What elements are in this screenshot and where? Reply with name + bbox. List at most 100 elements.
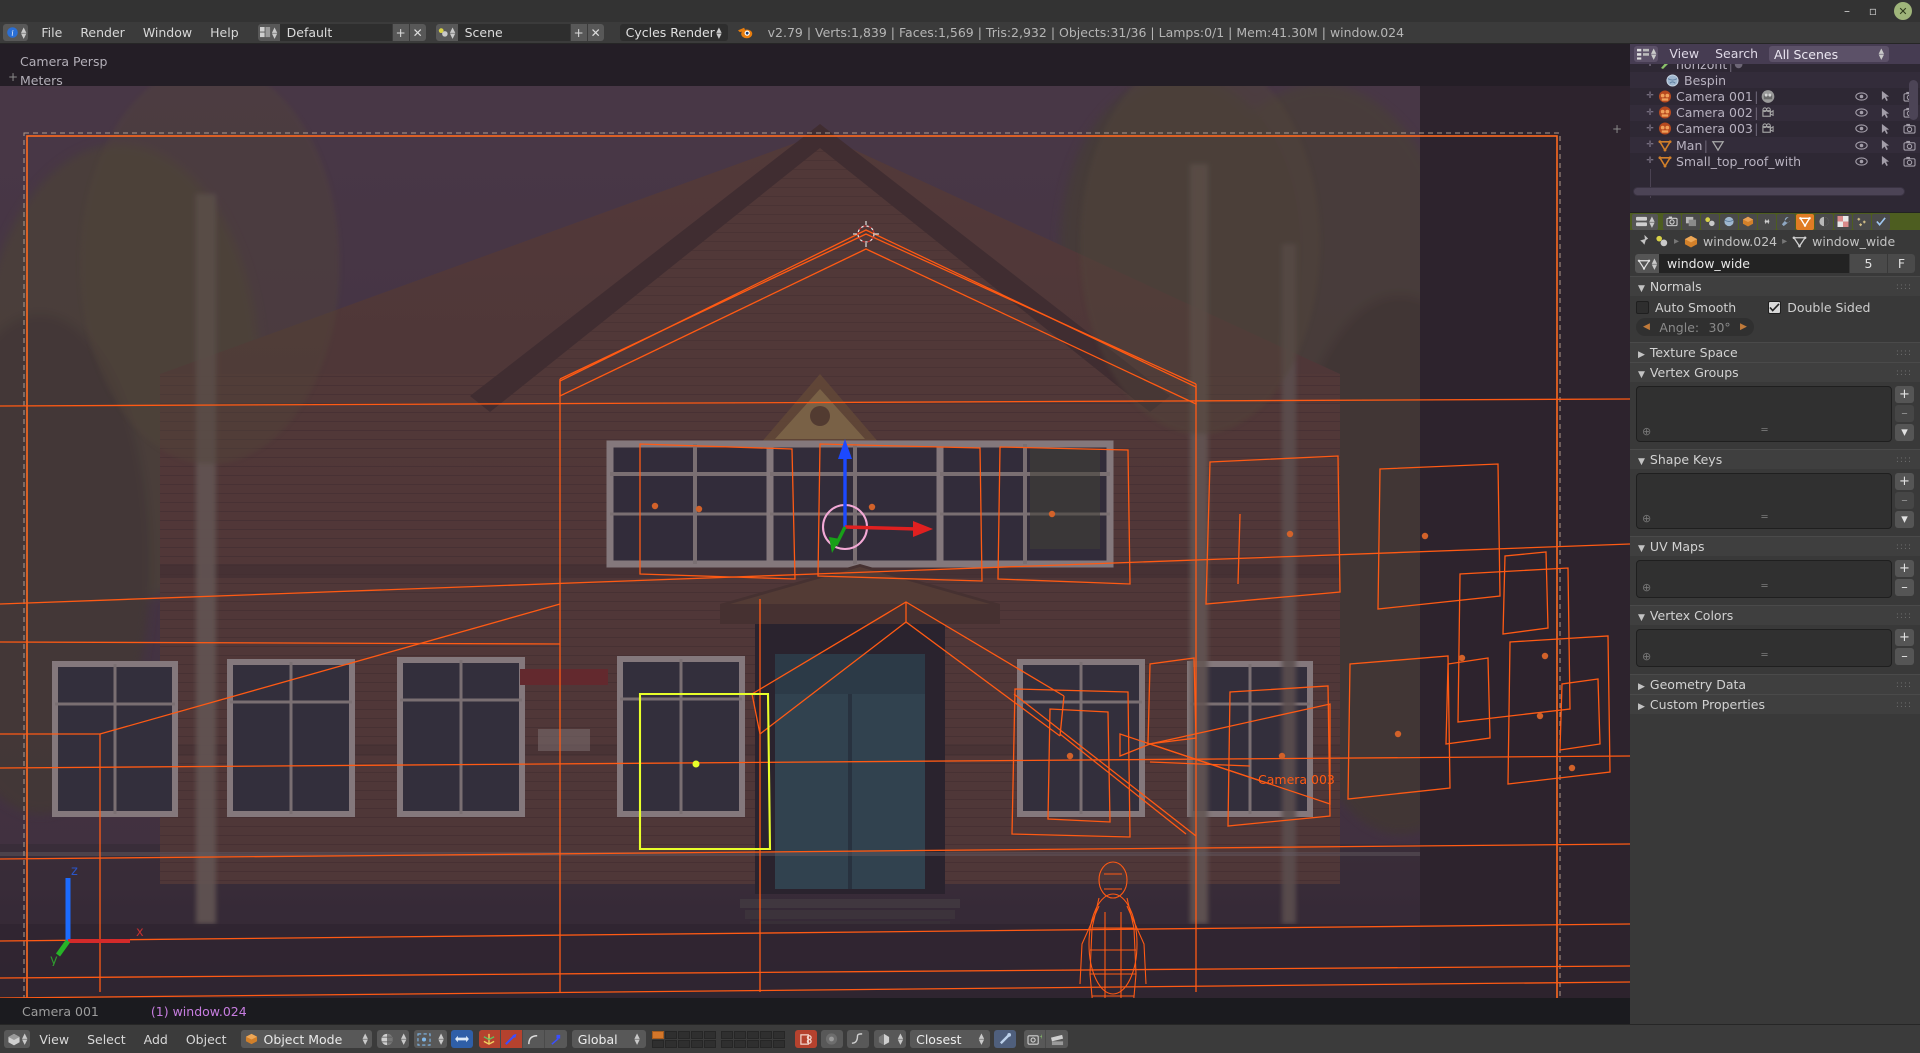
vertex-colors-list[interactable]: ⊕ ═ <box>1636 629 1892 667</box>
rotate-manipulator-arc-icon[interactable] <box>522 1030 545 1048</box>
viewport-3d[interactable]: Camera Persp Meters + + Camera 003 z x y… <box>0 44 1630 1024</box>
restrict-select-cursor-icon[interactable] <box>1879 123 1892 135</box>
add-vertex-color-button[interactable]: + <box>1895 629 1914 646</box>
fake-user-toggle[interactable]: F <box>1887 254 1915 273</box>
layer-cell[interactable] <box>746 1030 759 1039</box>
transform-orientation-selector[interactable]: Global ▲ ▼ <box>571 1030 646 1048</box>
panel-drag-grip[interactable]: :::: <box>1896 680 1912 690</box>
layer-cell[interactable] <box>772 1039 785 1048</box>
panel-header-geometry-data[interactable]: ▶ Geometry Data :::: <box>1630 674 1920 694</box>
outliner-tree[interactable]: ✛ horizont | ● Bespin ✛ Camera 001 | ✛ C… <box>1630 64 1920 198</box>
manipulator-toggle-button[interactable] <box>450 1030 473 1048</box>
delete-screen-layout-button[interactable]: ✕ <box>408 24 426 41</box>
layer-cell[interactable] <box>703 1039 716 1048</box>
remove-uv-map-button[interactable]: – <box>1895 579 1914 596</box>
snap-element-selector[interactable]: ▲ ▼ <box>873 1030 907 1048</box>
outliner-row-camera-002[interactable]: ✛ Camera 002 | <box>1630 104 1920 121</box>
layer-cell[interactable] <box>733 1039 746 1048</box>
uv-maps-list[interactable]: ⊕ ═ <box>1636 560 1892 598</box>
restrict-select-cursor-icon[interactable] <box>1879 139 1892 151</box>
scene-name[interactable]: Scene <box>458 24 570 41</box>
panel-header-vertex-groups[interactable]: ▼ Vertex Groups :::: <box>1630 362 1920 382</box>
layer-cell[interactable] <box>720 1039 733 1048</box>
panel-header-uv-maps[interactable]: ▼ UV Maps :::: <box>1630 536 1920 556</box>
layer-cell[interactable] <box>746 1039 759 1048</box>
interaction-mode-selector[interactable]: Object Mode ▲ ▼ <box>240 1030 372 1048</box>
editor-type-selector-view3d[interactable]: ▲ ▼ <box>4 1030 31 1048</box>
panel-header-shape-keys[interactable]: ▼ Shape Keys :::: <box>1630 449 1920 469</box>
double-sided-checkbox[interactable] <box>1768 301 1782 314</box>
properties-tab-object-data[interactable] <box>1796 213 1814 230</box>
chevron-right-icon[interactable]: ▶ <box>1740 322 1747 332</box>
properties-tab-constraints[interactable] <box>1758 213 1776 230</box>
list-resize-grip[interactable]: ═ <box>1637 512 1891 523</box>
mesh-users-count[interactable]: 5 <box>1849 254 1887 273</box>
panel-drag-grip[interactable]: :::: <box>1896 700 1912 710</box>
screen-layout-datablock[interactable]: ▲ ▼ Default + ✕ <box>257 24 426 41</box>
toolshelf-expand-handle[interactable]: + <box>8 70 18 84</box>
properties-tab-modifiers[interactable] <box>1777 213 1795 230</box>
layers-group-right[interactable] <box>720 1030 785 1048</box>
outliner-restrict-toggles[interactable] <box>1855 153 1916 169</box>
properties-tab-render[interactable] <box>1663 213 1681 230</box>
render-engine-selector[interactable]: Cycles Render ▲ ▼ <box>619 24 728 41</box>
vertex-colors-buttons[interactable]: + – <box>1895 629 1914 665</box>
panel-drag-grip[interactable]: :::: <box>1896 611 1912 621</box>
layers-group-left[interactable] <box>651 1030 716 1048</box>
expand-toggle-icon[interactable]: ✛ <box>1644 140 1656 150</box>
mesh-name-input[interactable]: window_wide <box>1659 256 1849 271</box>
panel-drag-grip[interactable]: :::: <box>1896 282 1912 292</box>
outliner-menu-view[interactable]: View <box>1661 44 1707 64</box>
render-animation-icon[interactable] <box>1046 1030 1068 1048</box>
pivot-point-selector[interactable]: ▲ ▼ <box>414 1030 447 1048</box>
add-screen-layout-button[interactable]: + <box>391 24 409 41</box>
restrict-view-eye-icon[interactable] <box>1855 140 1868 150</box>
outliner-row-horizont[interactable]: ✛ horizont | ● <box>1630 64 1920 73</box>
vertex-group-specials-menu[interactable]: ▾ <box>1895 424 1914 441</box>
breadcrumb-object-name[interactable]: window.024 <box>1703 234 1777 249</box>
vertex-groups-list[interactable]: ⊕ ═ <box>1636 386 1892 442</box>
layer-cell[interactable] <box>703 1030 716 1039</box>
layer-cell[interactable] <box>651 1030 664 1039</box>
outliner-row-man[interactable]: ✛ Man | <box>1630 136 1920 154</box>
outliner-row-bespin[interactable]: Bespin <box>1630 72 1920 89</box>
layers-row-top[interactable] <box>651 1030 716 1039</box>
panel-drag-grip[interactable]: :::: <box>1896 348 1912 358</box>
properties-tab-world[interactable] <box>1720 213 1738 230</box>
add-uv-map-button[interactable]: + <box>1895 560 1914 577</box>
list-resize-grip[interactable]: ═ <box>1637 650 1891 661</box>
outliner-restrict-toggles[interactable] <box>1855 121 1916 137</box>
view3d-menu-select[interactable]: Select <box>78 1025 135 1053</box>
outliner-editor[interactable]: ▲ ▼ View Search All Scenes ▲ ▼ ✛ horizon… <box>1630 44 1920 212</box>
snap-target-selector[interactable]: Closest ▲ ▼ <box>910 1030 991 1048</box>
properties-editor[interactable]: ▲ ▼ ▸ window.024 ▸ window_wide ▲ ▼ windo… <box>1630 212 1920 1024</box>
properties-tab-object[interactable] <box>1739 213 1757 230</box>
auto-smooth-angle-slider[interactable]: ◀ Angle: 30° ▶ <box>1636 318 1754 336</box>
breadcrumb-data-name[interactable]: window_wide <box>1812 234 1895 249</box>
add-shape-key-button[interactable]: + <box>1895 473 1914 490</box>
manipulator-mode-group[interactable] <box>478 1030 567 1048</box>
outliner-menu-search[interactable]: Search <box>1707 44 1766 64</box>
view3d-menu-add[interactable]: Add <box>135 1025 177 1053</box>
view3d-menu-object[interactable]: Object <box>177 1025 236 1053</box>
layer-cell[interactable] <box>664 1030 677 1039</box>
layer-cell[interactable] <box>651 1039 664 1048</box>
shape-keys-list[interactable]: ⊕ ═ <box>1636 473 1892 529</box>
view3d-menu-view[interactable]: View <box>30 1025 78 1053</box>
restrict-view-eye-icon[interactable] <box>1855 124 1868 133</box>
window-close-button[interactable]: ✕ <box>1894 2 1912 20</box>
outliner-row-camera-001[interactable]: ✛ Camera 001 | <box>1630 88 1920 105</box>
screen-layout-icon[interactable]: ▲ ▼ <box>257 24 280 41</box>
auto-smooth-checkbox[interactable] <box>1636 301 1649 314</box>
snap-magnet-button[interactable] <box>994 1030 1017 1048</box>
viewport-shading-selector[interactable]: ▲ ▼ <box>376 1030 410 1048</box>
panel-drag-grip[interactable]: :::: <box>1896 542 1912 552</box>
uv-maps-buttons[interactable]: + – <box>1895 560 1914 596</box>
add-vertex-group-button[interactable]: + <box>1895 386 1914 403</box>
layer-cell[interactable] <box>677 1039 690 1048</box>
outliner-horizontal-scrollbar[interactable] <box>1633 187 1905 196</box>
delete-scene-button[interactable]: ✕ <box>586 24 604 41</box>
panel-header-texture-space[interactable]: ▶ Texture Space :::: <box>1630 342 1920 362</box>
menu-render[interactable]: Render <box>71 22 134 44</box>
restrict-render-camera-icon[interactable] <box>1903 123 1916 134</box>
